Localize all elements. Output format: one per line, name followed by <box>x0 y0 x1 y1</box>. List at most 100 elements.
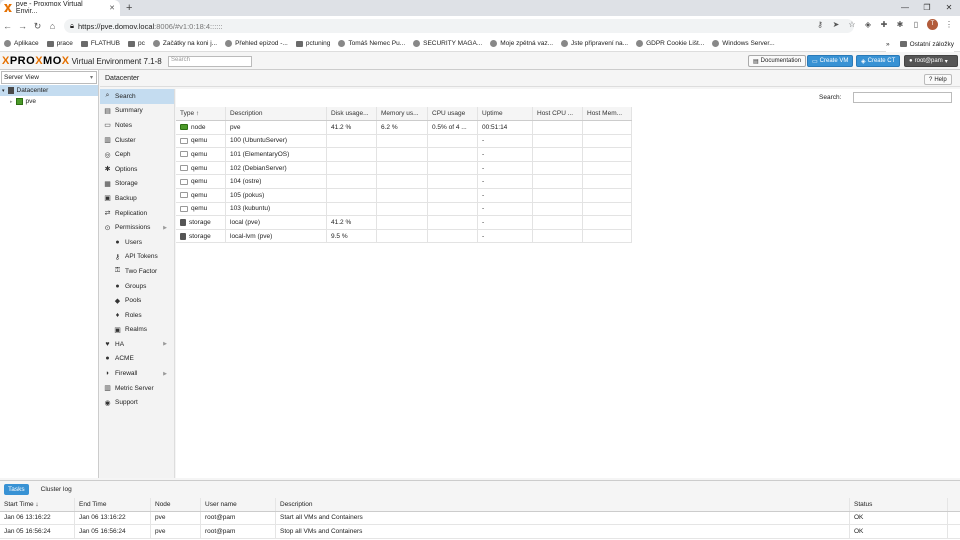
close-tab-icon[interactable]: ✕ <box>109 4 115 12</box>
menu-item-groups[interactable]: ● Groups <box>100 279 174 294</box>
menu-item-ceph[interactable]: ◎ Ceph <box>100 147 174 162</box>
sidebar-icon[interactable]: ▯ <box>911 20 921 29</box>
menu-item-options[interactable]: ✱ Options <box>100 162 174 177</box>
table-row[interactable]: qemu 100 (UbuntuServer) - <box>176 134 632 149</box>
bookmark-item[interactable]: Aplikace <box>4 40 39 47</box>
type-label: qemu <box>191 205 208 213</box>
bookmark-item[interactable]: Tomáš Nemec Pu... <box>338 40 405 47</box>
column-header[interactable]: Host CPU ... <box>533 107 583 120</box>
expand-icon[interactable]: ▶ <box>163 341 167 347</box>
extension-icon[interactable]: ✚ <box>879 20 889 29</box>
menu-dots-icon[interactable]: ⋮ <box>944 20 954 29</box>
menu-item-metric-server[interactable]: ▥ Metric Server <box>100 381 174 396</box>
menu-item-cluster[interactable]: ▥ Cluster <box>100 133 174 148</box>
menu-item-storage[interactable]: ▦ Storage <box>100 177 174 192</box>
menu-item-support[interactable]: ◉ Support <box>100 395 174 410</box>
bookmark-item[interactable]: pctuning <box>295 40 330 47</box>
back-icon[interactable]: ← <box>0 21 15 31</box>
menu-item-replication[interactable]: ⇄ Replication <box>100 206 174 221</box>
home-icon[interactable]: ⌂ <box>45 21 60 31</box>
browser-tab[interactable]: pve - Proxmox Virtual Envir... ✕ <box>0 0 120 16</box>
tab-cluster-log[interactable]: Cluster log <box>37 484 76 495</box>
column-header[interactable]: Memory us... <box>377 107 428 120</box>
profile-avatar[interactable]: T <box>927 19 938 30</box>
table-row[interactable]: qemu 104 (ostre) - <box>176 175 632 189</box>
tree-item-datacenter[interactable]: ▾ Datacenter <box>0 85 98 96</box>
column-header[interactable]: Host Mem... <box>583 107 632 120</box>
menu-item-permissions[interactable]: ⊙ Permissions ▶ <box>100 220 174 235</box>
new-tab-icon[interactable]: + <box>126 2 132 14</box>
table-row[interactable]: storage local-lvm (pve) 9.5 % - <box>176 229 632 244</box>
table-row[interactable]: qemu 101 (ElementaryOS) - <box>176 148 632 162</box>
forward-icon[interactable]: → <box>15 21 30 31</box>
reload-icon[interactable]: ↻ <box>30 21 45 32</box>
table-row[interactable]: qemu 105 (pokus) - <box>176 188 632 203</box>
menu-item-users[interactable]: ● Users <box>100 235 174 250</box>
documentation-button[interactable]: ▤ Documentation <box>748 55 807 67</box>
menu-item-notes[interactable]: ▭ Notes <box>100 118 174 133</box>
type-cell: qemu <box>176 161 226 175</box>
table-row[interactable]: qemu 103 (kubuntu) - <box>176 202 632 217</box>
menu-item-search[interactable]: ⌕ Search <box>100 89 174 104</box>
help-button[interactable]: ? Help <box>924 74 952 85</box>
bookmark-item[interactable]: prace <box>46 40 73 47</box>
bookmark-item[interactable]: Moje zpětná vaz... <box>490 40 553 47</box>
column-header[interactable]: Type ↑ <box>176 107 226 120</box>
star-icon[interactable]: ☆ <box>847 20 857 29</box>
menu-item-two-factor[interactable]: ⚿ Two Factor <box>100 264 174 279</box>
menu-item-acme[interactable]: ● ACME <box>100 352 174 367</box>
menu-item-roles[interactable]: ♦ Roles <box>100 308 174 323</box>
table-row[interactable]: storage local (pve) 41.2 % - <box>176 216 632 230</box>
cell-uptime: - <box>478 134 533 148</box>
user-menu-button[interactable]: ● root@pam ▾ <box>904 55 958 67</box>
bookmark-item[interactable]: FLATHUB <box>80 40 120 47</box>
column-header[interactable]: User name <box>201 498 276 511</box>
bookmark-item[interactable]: Windows Server... <box>712 40 775 47</box>
close-window-icon[interactable]: ✕ <box>938 0 960 16</box>
menu-item-summary[interactable]: ▤ Summary <box>100 104 174 119</box>
column-header[interactable]: Disk usage... <box>327 107 377 120</box>
puzzle-icon[interactable]: ✱ <box>895 20 905 29</box>
grid-search-input[interactable] <box>853 92 952 103</box>
menu-item-backup[interactable]: ▣ Backup <box>100 191 174 206</box>
bookmark-item[interactable]: Přehled epizod -... <box>225 40 288 47</box>
column-header[interactable]: End Time <box>75 498 151 511</box>
bookmark-item[interactable]: GDPR Cookie Lišt... <box>636 40 704 47</box>
create-vm-button[interactable]: ▭ Create VM <box>807 55 854 67</box>
key-icon[interactable]: ⚷ <box>815 20 825 29</box>
url-field[interactable]: 🔒︎ https://pve.domov.local :8006/#v1:0:1… <box>64 19 854 33</box>
menu-item-realms[interactable]: ▣ Realms <box>100 323 174 338</box>
header-search-input[interactable]: Search <box>168 56 252 67</box>
menu-item-firewall[interactable]: ◗ Firewall ▶ <box>100 366 174 381</box>
menu-item-pools[interactable]: ◆ Pools <box>100 293 174 308</box>
expand-icon[interactable]: ▶ <box>163 225 167 231</box>
task-row[interactable]: Jan 05 16:56:24 Jan 05 16:56:24 pve root@pa… <box>0 525 960 539</box>
column-header[interactable]: Status <box>850 498 948 511</box>
task-row[interactable]: Jan 06 13:16:22 Jan 06 13:16:22 pve root@pa… <box>0 511 960 525</box>
column-header[interactable]: Node <box>151 498 201 511</box>
bookmark-item[interactable]: Jste připravení na... <box>561 40 628 47</box>
bookmarks-more[interactable]: » <box>886 41 890 48</box>
maximize-icon[interactable]: ❐ <box>916 0 938 16</box>
shield-extension-icon[interactable]: ◈ <box>863 20 873 29</box>
minimize-icon[interactable]: — <box>894 0 916 16</box>
view-select[interactable]: Server View ▾ <box>1 71 97 84</box>
table-row[interactable]: node pve 41.2 % 6.2 % 0.5% of 4 ... 00:51:14 <box>176 121 632 135</box>
tab-tasks[interactable]: Tasks <box>4 484 29 495</box>
menu-item-api-tokens[interactable]: ⚷ API Tokens <box>100 250 174 265</box>
expand-icon[interactable]: ▶ <box>163 371 167 377</box>
column-header[interactable]: CPU usage <box>428 107 478 120</box>
bookmark-item[interactable]: pc <box>127 40 145 47</box>
share-icon[interactable]: ➤ <box>831 20 841 29</box>
bookmark-item[interactable]: Začátky na koni j... <box>152 40 217 47</box>
table-row[interactable]: qemu 102 (DebianServer) - <box>176 161 632 176</box>
column-header[interactable]: Description <box>276 498 850 511</box>
create-ct-button[interactable]: ◈ Create CT <box>856 55 901 67</box>
menu-item-ha[interactable]: ♥ HA ▶ <box>100 337 174 352</box>
other-bookmarks[interactable]: Ostatní záložky <box>899 41 954 48</box>
column-header[interactable]: Start Time ↓ <box>0 498 75 511</box>
bookmark-item[interactable]: SECURITY MAGA... <box>413 40 482 47</box>
tree-item-node[interactable]: ▸ pve <box>0 96 98 107</box>
column-header[interactable]: Uptime <box>478 107 533 120</box>
column-header[interactable]: Description <box>226 107 327 120</box>
